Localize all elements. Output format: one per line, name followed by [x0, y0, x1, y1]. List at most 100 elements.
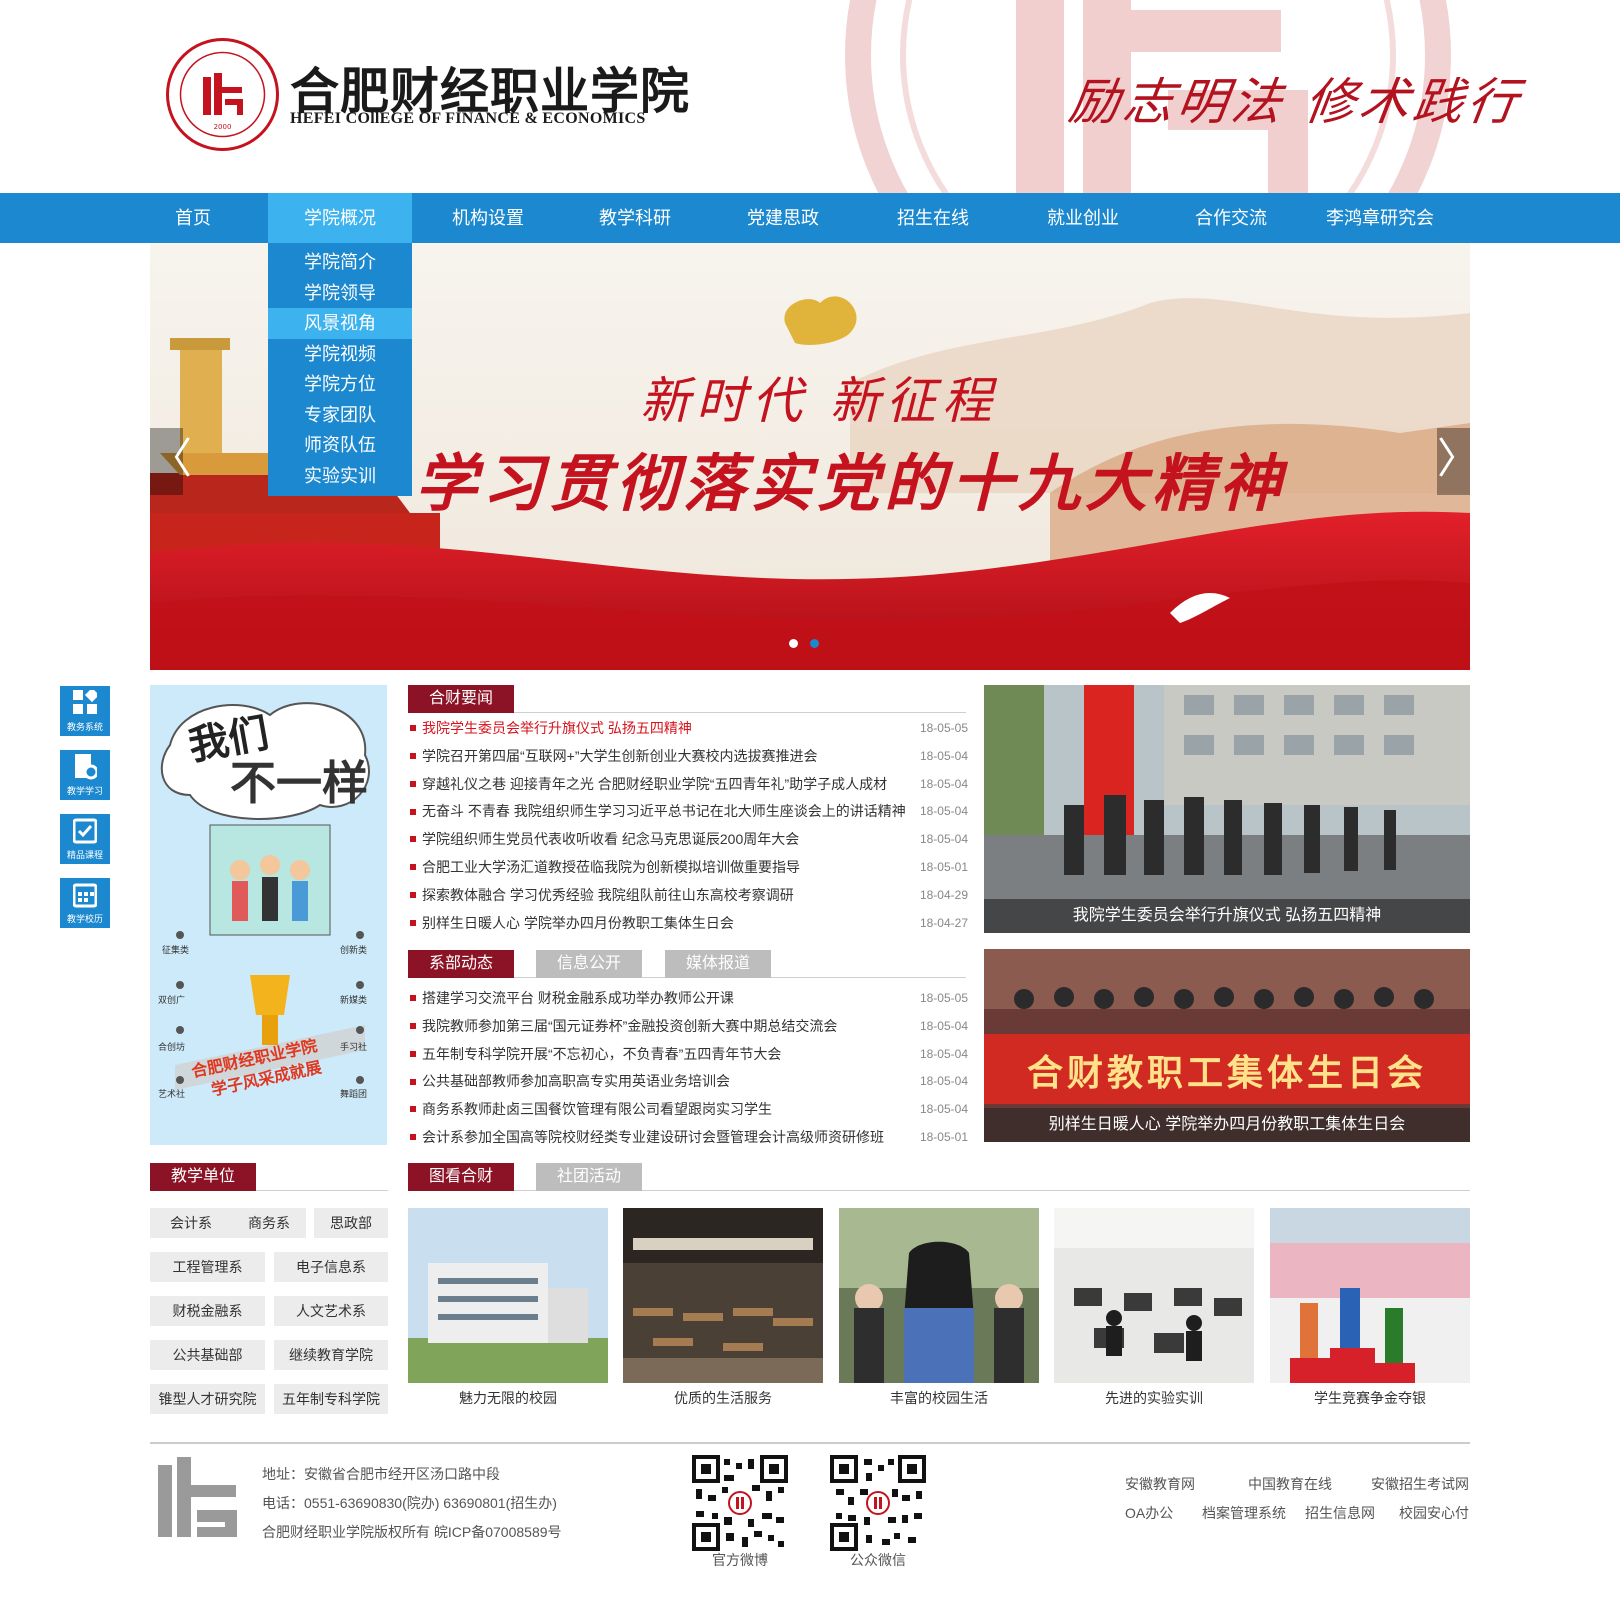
nav-item-6[interactable]: 就业创业	[1008, 193, 1158, 243]
side-link-1[interactable]: 教学学习	[60, 750, 110, 800]
poster-label: 新媒类	[340, 995, 368, 1005]
news-row[interactable]: 合肥工业大学汤汇道教授莅临我院为创新模拟培训做重要指导 18-05-01	[408, 854, 968, 882]
footer-link[interactable]: OA办公	[1125, 1503, 1173, 1523]
dropdown-item-3[interactable]: 学院视频	[268, 339, 412, 370]
tab-media-reports[interactable]: 媒体报道	[665, 950, 771, 978]
nav-item-4[interactable]: 党建思政	[708, 193, 858, 243]
news-row[interactable]: 公共基础部教师参加高职高专实用英语业务培训会 18-05-04	[408, 1068, 968, 1096]
college-name-en: HEFEI COllEGE OF FINANCE & ECONOMICS	[290, 110, 646, 127]
news-date: 18-05-04	[919, 748, 968, 763]
news-row[interactable]: 无奋斗 不青春 我院组织师生学习习近平总书记在北大师生座谈会上的讲话精神 18-0…	[408, 798, 968, 826]
student-showcase-poster[interactable]: 我们 不一样 合肥财经职业学院 学子风采成就展 征集类 创新类 双创广 新媒类 合创坊手…	[150, 685, 387, 1145]
news-row[interactable]: 我院教师参加第三届“国元证券杯”金融投资创新大赛中期总结交流会 18-05-04	[408, 1013, 968, 1041]
news-row[interactable]: 探索教体融合 学习优秀经验 我院组队前往山东高校考察调研 18-04-29	[408, 882, 968, 910]
footer-link[interactable]: 中国教育在线	[1248, 1474, 1332, 1494]
unit-button[interactable]: 思政部	[314, 1208, 388, 1238]
tab-dept-news[interactable]: 系部动态	[408, 950, 514, 978]
poster-label: 创新类	[340, 945, 368, 955]
news-row[interactable]: 五年制专科学院开展“不忘初心，不负青春”五四青年节大会 18-05-04	[408, 1041, 968, 1069]
nav-item-0[interactable]: 首页	[150, 193, 236, 243]
flag-ceremony-caption: 我院学生委员会举行升旗仪式 弘扬五四精神	[984, 899, 1470, 933]
news-date: 18-05-04	[919, 832, 968, 847]
news-date: 18-05-04	[919, 1018, 968, 1033]
poster-label: 手习社	[340, 1042, 368, 1052]
news-title: 会计系参加全国高等院校财经类专业建设研讨会暨管理会计高级师资研修班	[422, 1128, 884, 1145]
footer-phone: 电话：0551-63690830(院办) 63690801(招生办)	[262, 1495, 557, 1511]
unit-button[interactable]: 电子信息系	[274, 1252, 388, 1282]
news-title: 公共基础部教师参加高职高专实用英语业务培训会	[422, 1073, 730, 1090]
gallery-item[interactable]: 丰富的校园生活	[839, 1208, 1039, 1413]
unit-button[interactable]: 财税金融系	[150, 1296, 265, 1326]
flag-ceremony-photo[interactable]: 我院学生委员会举行升旗仪式 弘扬五四精神	[984, 685, 1470, 933]
dropdown-item-7[interactable]: 实验实训	[268, 461, 412, 492]
news-title: 无奋斗 不青春 我院组织师生学习习近平总书记在北大师生座谈会上的讲话精神	[422, 803, 906, 820]
banner-dot-1[interactable]	[789, 639, 798, 648]
footer-link[interactable]: 安徽教育网	[1125, 1474, 1195, 1494]
news-title: 搭建学习交流平台 财税金融系成功举办教师公开课	[422, 990, 734, 1006]
dropdown-item-5[interactable]: 专家团队	[268, 400, 412, 431]
unit-button[interactable]: 公共基础部	[150, 1340, 265, 1370]
side-link-2[interactable]: 精品课程	[60, 814, 110, 864]
news-row[interactable]: 我院学生委员会举行升旗仪式 弘扬五四精神 18-05-05	[408, 715, 968, 743]
dropdown-item-2[interactable]: 风景视角	[268, 308, 412, 339]
dropdown-item-4[interactable]: 学院方位	[268, 369, 412, 400]
footer-link[interactable]: 档案管理系统	[1202, 1503, 1286, 1523]
banner-next-button[interactable]: 〉	[1437, 428, 1470, 495]
gallery-item[interactable]: 魅力无限的校园	[408, 1208, 608, 1413]
nav-item-1[interactable]: 学院概况	[268, 193, 412, 243]
footer-link[interactable]: 招生信息网	[1305, 1503, 1375, 1523]
side-link-0[interactable]: 教务系统	[60, 686, 110, 736]
news-date: 18-05-01	[919, 1129, 968, 1144]
nav-item-5[interactable]: 招生在线	[858, 193, 1008, 243]
gallery-item[interactable]: 优质的生活服务	[623, 1208, 823, 1413]
dropdown-item-0[interactable]: 学院简介	[268, 247, 412, 278]
college-logo: 2000	[166, 38, 279, 151]
unit-button[interactable]: 五年制专科学院	[274, 1384, 388, 1414]
banner-dot-2[interactable]	[810, 639, 819, 648]
dropdown-item-1[interactable]: 学院领导	[268, 278, 412, 309]
news-row[interactable]: 搭建学习交流平台 财税金融系成功举办教师公开课 18-05-05	[408, 985, 968, 1013]
news-row[interactable]: 商务系教师赴卤三国餐饮管理有限公司看望跟岗实习学生 18-05-04	[408, 1096, 968, 1124]
news-row[interactable]: 别样生日暖人心 学院举办四月份教职工集体生日会 18-04-27	[408, 910, 968, 938]
nav-item-3[interactable]: 教学科研	[562, 193, 708, 243]
tab-info-disclosure[interactable]: 信息公开	[536, 950, 642, 978]
news-row[interactable]: 学院组织师生党员代表收听收看 纪念马克思诞辰200周年大会 18-05-04	[408, 826, 968, 854]
news-date: 18-05-04	[919, 776, 968, 791]
college-news-list: 我院学生委员会举行升旗仪式 弘扬五四精神 18-05-05 学院召开第四届“互联网+…	[408, 715, 968, 937]
unit-button[interactable]: 工程管理系	[150, 1252, 265, 1282]
news-row[interactable]: 学院召开第四届“互联网+”大学生创新创业大赛校内选拔赛推进会 18-05-04	[408, 743, 968, 771]
nav-item-2[interactable]: 机构设置	[412, 193, 564, 243]
side-link-3[interactable]: 教学校历	[60, 878, 110, 928]
unit-button[interactable]: 人文艺术系	[274, 1296, 388, 1326]
settings-doc-icon	[75, 754, 97, 780]
news-title: 合肥工业大学汤汇道教授莅临我院为创新模拟培训做重要指导	[422, 858, 800, 875]
nav-item-7[interactable]: 合作交流	[1158, 193, 1304, 243]
birthday-party-photo[interactable]: 合财教职工集体生日会 别样生日暖人心 学院举办四月份教职工集体生日会	[984, 949, 1470, 1142]
footer-link[interactable]: 安徽招生考试网	[1371, 1474, 1469, 1494]
dropdown-item-6[interactable]: 师资队伍	[268, 430, 412, 461]
banner-prev-button[interactable]: 〈	[150, 428, 192, 495]
unit-button[interactable]: 会计系	[150, 1208, 232, 1238]
gallery-image	[839, 1208, 1039, 1383]
nav-item-8[interactable]: 李鸿章研究会	[1305, 193, 1455, 243]
news-date: 18-05-04	[919, 1046, 968, 1061]
news-row[interactable]: 穿越礼仪之巷 迎接青年之光 合肥财经职业学院“五四青年礼”助学子成人成材 18-0…	[408, 771, 968, 799]
gallery-item[interactable]: 学生竞赛争金夺银	[1270, 1208, 1470, 1413]
side-link-label: 教务系统	[66, 722, 103, 732]
news-row[interactable]: 会计系参加全国高等院校财经类专业建设研讨会暨管理会计高级师资研修班 18-05-0…	[408, 1124, 968, 1152]
tab-club-activities[interactable]: 社团活动	[536, 1163, 642, 1191]
unit-button[interactable]: 商务系	[232, 1208, 306, 1238]
tab-campus-gallery[interactable]: 图看合财	[408, 1163, 514, 1191]
footer-link[interactable]: 校园安心付	[1399, 1503, 1469, 1523]
unit-button[interactable]: 继续教育学院	[274, 1340, 388, 1370]
unit-button[interactable]: 锥型人才研究院	[150, 1384, 265, 1414]
poster-label: 合创坊	[158, 1042, 186, 1052]
bullet-icon	[410, 995, 416, 1002]
weibo-qr-code	[692, 1455, 788, 1551]
news-title: 我院教师参加第三届“国元证券杯”金融投资创新大赛中期总结交流会	[422, 1017, 838, 1034]
gallery-caption: 优质的生活服务	[674, 1390, 772, 1406]
gallery-image	[1270, 1208, 1470, 1383]
tab-college-news[interactable]: 合财要闻	[408, 685, 514, 713]
banner-pagination	[789, 635, 831, 653]
gallery-item[interactable]: 先进的实验实训	[1054, 1208, 1254, 1413]
